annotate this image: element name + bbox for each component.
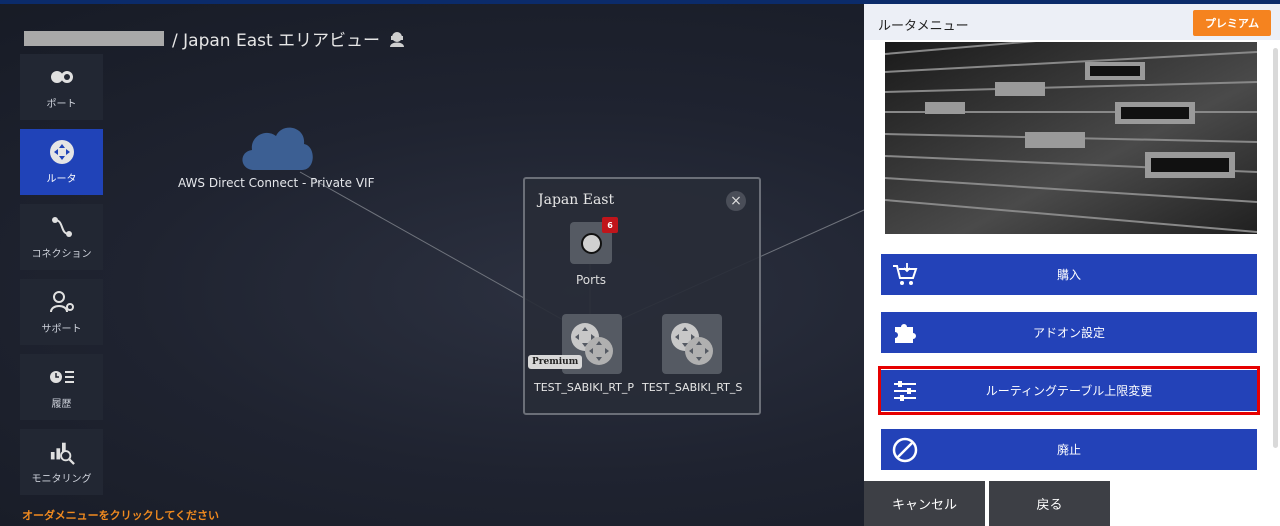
- purchase-button[interactable]: 購入: [881, 254, 1257, 295]
- port-icon: [49, 65, 75, 89]
- sidebar-item-label: 履歴: [51, 398, 72, 410]
- sidebar-item-label: サポート: [41, 323, 82, 335]
- port-count-badge: 6: [602, 217, 618, 233]
- sidebar-item-port[interactable]: ポート: [20, 54, 103, 120]
- connection-icon: [49, 215, 75, 239]
- panel-title: ルータメニュー: [878, 19, 969, 34]
- premium-button[interactable]: プレミアム: [1193, 10, 1271, 36]
- router-icon: [49, 139, 75, 164]
- history-icon: [49, 365, 75, 389]
- sidebar-item-connection[interactable]: コネクション: [20, 204, 103, 270]
- panel-header: ルータメニュー プレミアム: [864, 4, 1280, 40]
- page-title: / Japan East エリアビュー: [172, 31, 381, 51]
- highlight-frame: [878, 366, 1260, 415]
- monitoring-icon: [49, 440, 75, 465]
- panel-scrollbar[interactable]: [1273, 48, 1278, 448]
- addon-settings-button[interactable]: アドオン設定: [881, 312, 1257, 353]
- user-icon[interactable]: [388, 30, 406, 48]
- port-ring-icon: [580, 232, 602, 254]
- router-menu-panel: ルータメニュー プレミアム 購入 アドオン設定 ルーティングテーブル上限変更 廃…: [864, 4, 1280, 526]
- ports-label: Ports: [576, 273, 607, 287]
- sidebar-item-router[interactable]: ルータ: [20, 129, 103, 195]
- cloud-icon[interactable]: [236, 120, 316, 176]
- sidebar-item-history[interactable]: 履歴: [20, 354, 103, 420]
- close-icon[interactable]: ×: [726, 191, 746, 211]
- decommission-button[interactable]: 廃止: [881, 429, 1257, 470]
- router-label-primary: TEST_SABIKI_RT_P: [534, 381, 635, 394]
- cart-icon: [891, 261, 919, 289]
- page-header: / Japan East エリアビュー: [24, 26, 406, 51]
- server-rack-image: [885, 42, 1257, 234]
- instruction-text: オーダメニューをクリックしてください: [22, 509, 220, 522]
- back-button[interactable]: 戻る: [989, 481, 1110, 526]
- addon-settings-label: アドオン設定: [1032, 326, 1105, 340]
- sidebar-item-label: モニタリング: [31, 473, 92, 485]
- redacted-account-name: [24, 31, 164, 46]
- region-title: Japan East: [538, 192, 615, 208]
- sidebar-item-monitoring[interactable]: モニタリング: [20, 429, 103, 495]
- router-icon: [671, 323, 713, 365]
- aws-direct-connect-label: AWS Direct Connect - Private VIF: [178, 176, 375, 190]
- sidebar-item-label: ポート: [46, 98, 77, 110]
- sidebar-item-support[interactable]: サポート: [20, 279, 103, 345]
- puzzle-icon: [891, 319, 919, 347]
- router-label-secondary: TEST_SABIKI_RT_S: [642, 381, 743, 394]
- sidebar-item-label: ルータ: [46, 173, 77, 185]
- premium-tag: Premium: [528, 355, 583, 369]
- router-node-secondary[interactable]: [662, 314, 722, 374]
- sidebar-item-label: コネクション: [31, 248, 92, 260]
- purchase-label: 購入: [1056, 268, 1081, 282]
- support-icon: [49, 290, 75, 314]
- decommission-label: 廃止: [1056, 443, 1081, 457]
- region-box: Japan East × 6 Ports Premium TEST_SABIKI…: [523, 177, 761, 415]
- prohibit-icon: [891, 436, 919, 464]
- cancel-button[interactable]: キャンセル: [864, 481, 985, 526]
